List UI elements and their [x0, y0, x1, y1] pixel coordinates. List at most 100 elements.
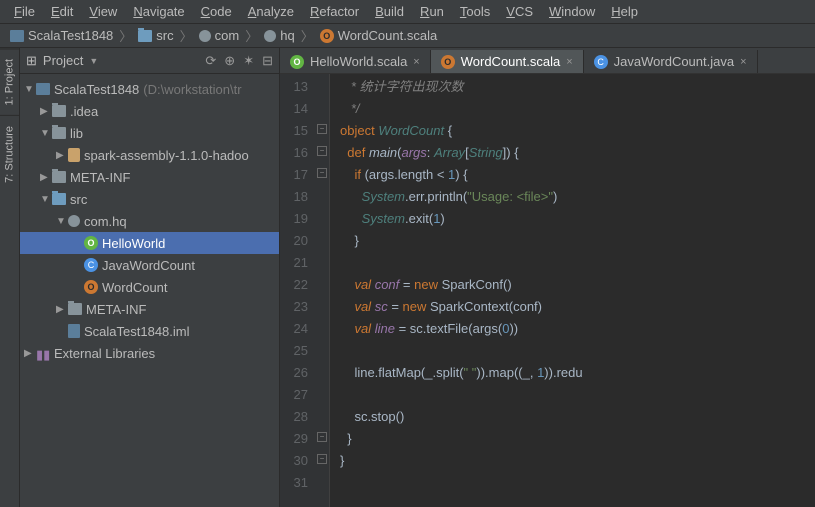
tab-label: WordCount.scala: [461, 54, 560, 69]
code-line[interactable]: System.err.println("Usage: <file>"): [340, 186, 815, 208]
code-line[interactable]: * 统计字符出现次数: [340, 76, 815, 98]
panel-action-icon[interactable]: ⊕: [224, 53, 235, 69]
tree-arrow-icon[interactable]: ▶: [40, 172, 52, 183]
editor-tab[interactable]: OHelloWorld.scala×: [280, 50, 431, 73]
panel-action-icon[interactable]: ⊟: [262, 53, 273, 69]
close-icon[interactable]: ×: [413, 56, 419, 68]
code-line[interactable]: }: [340, 428, 815, 450]
code-line[interactable]: */: [340, 98, 815, 120]
menu-vcs[interactable]: VCS: [498, 1, 541, 22]
breadcrumb-item[interactable]: src: [134, 26, 177, 45]
code-line[interactable]: object WordCount {: [340, 120, 815, 142]
tree-row[interactable]: ▼src: [20, 188, 279, 210]
tree-row[interactable]: ▶▮▮ External Libraries: [20, 342, 279, 364]
line-number: 26: [280, 362, 308, 384]
code-line[interactable]: }: [340, 450, 815, 472]
tree-row[interactable]: OWordCount: [20, 276, 279, 298]
editor-tab[interactable]: CJavaWordCount.java×: [584, 50, 758, 73]
editor-tab[interactable]: OWordCount.scala×: [431, 50, 584, 73]
tree-row[interactable]: ScalaTest1848.iml: [20, 320, 279, 342]
tree-arrow-icon[interactable]: ▶: [24, 348, 36, 359]
menu-build[interactable]: Build: [367, 1, 412, 22]
side-tab-project[interactable]: 1: Project: [0, 48, 19, 115]
tree-row[interactable]: ▶ META-INF: [20, 298, 279, 320]
breadcrumb-item[interactable]: ScalaTest1848: [6, 26, 117, 45]
menu-code[interactable]: Code: [193, 1, 240, 22]
code-line[interactable]: [340, 384, 815, 406]
code-line[interactable]: System.exit(1): [340, 208, 815, 230]
tree-label: com.hq: [84, 214, 127, 229]
tree-row[interactable]: CJavaWordCount: [20, 254, 279, 276]
code-line[interactable]: }: [340, 230, 815, 252]
panel-action-icon[interactable]: ⟳: [205, 53, 216, 69]
tree-label: META-INF: [86, 302, 146, 317]
folder-icon: [52, 127, 66, 139]
tree-arrow-icon[interactable]: ▶: [40, 106, 52, 117]
code-line[interactable]: [340, 252, 815, 274]
menu-tools[interactable]: Tools: [452, 1, 498, 22]
fold-marker-icon[interactable]: −: [317, 432, 327, 442]
tree-row[interactable]: ▶spark-assembly-1.1.0-hadoo: [20, 144, 279, 166]
libraries-icon: ▮▮: [36, 347, 50, 359]
menu-view[interactable]: View: [81, 1, 125, 22]
fold-marker-icon[interactable]: −: [317, 454, 327, 464]
panel-action-icon[interactable]: ✶: [243, 53, 254, 69]
tree-row[interactable]: OHelloWorld: [20, 232, 279, 254]
code-line[interactable]: val line = sc.textFile(args(0)): [340, 318, 815, 340]
code-line[interactable]: val conf = new SparkConf(): [340, 274, 815, 296]
tree-row[interactable]: ▼ com.hq: [20, 210, 279, 232]
left-sidebar-tabs: 1: Project7: Structure: [0, 48, 20, 507]
tree-label: External Libraries: [54, 346, 155, 361]
tree-label: ScalaTest1848: [54, 82, 139, 97]
source[interactable]: * 统计字符出现次数 */object WordCount { def main…: [330, 74, 815, 507]
code-line[interactable]: if (args.length < 1) {: [340, 164, 815, 186]
menu-help[interactable]: Help: [603, 1, 646, 22]
tree-row[interactable]: ▼ScalaTest1848(D:\workstation\tr: [20, 78, 279, 100]
line-number: 31: [280, 472, 308, 494]
source-folder-icon: [52, 193, 66, 205]
menu-navigate[interactable]: Navigate: [125, 1, 192, 22]
tree-arrow-icon[interactable]: ▶: [56, 150, 68, 161]
gutter: 13141516171819202122232425262728293031: [280, 74, 316, 507]
close-icon[interactable]: ×: [740, 56, 746, 68]
editor-tabs: OHelloWorld.scala×OWordCount.scala×CJava…: [280, 48, 815, 74]
tree-arrow-icon[interactable]: ▼: [40, 194, 52, 205]
breadcrumb-label: WordCount.scala: [338, 28, 437, 43]
tree-label: ScalaTest1848.iml: [84, 324, 190, 339]
code-line[interactable]: val sc = new SparkContext(conf): [340, 296, 815, 318]
fold-marker-icon[interactable]: −: [317, 124, 327, 134]
line-number: 18: [280, 186, 308, 208]
module-file-icon: [68, 324, 80, 338]
tree-arrow-icon[interactable]: ▶: [56, 304, 68, 315]
code-line[interactable]: [340, 340, 815, 362]
fold-marker-icon[interactable]: −: [317, 146, 327, 156]
breadcrumb-item[interactable]: OWordCount.scala: [316, 26, 441, 45]
code-line[interactable]: [340, 472, 815, 494]
breadcrumb-item[interactable]: com: [195, 26, 244, 45]
close-icon[interactable]: ×: [566, 56, 572, 68]
tree-arrow-icon[interactable]: ▼: [24, 84, 36, 95]
tree-arrow-icon[interactable]: ▼: [40, 128, 52, 139]
chevron-down-icon[interactable]: ▼: [89, 56, 98, 66]
breadcrumb-item[interactable]: hq: [260, 26, 298, 45]
tree-row[interactable]: ▼lib: [20, 122, 279, 144]
tree-row[interactable]: ▶.idea: [20, 100, 279, 122]
menu-file[interactable]: File: [6, 1, 43, 22]
project-view-label[interactable]: Project: [43, 53, 83, 68]
menu-run[interactable]: Run: [412, 1, 452, 22]
code-line[interactable]: def main(args: Array[String]) {: [340, 142, 815, 164]
fold-marker-icon[interactable]: −: [317, 168, 327, 178]
menu-refactor[interactable]: Refactor: [302, 1, 367, 22]
project-view-icon: ⊞: [26, 53, 37, 69]
menu-analyze[interactable]: Analyze: [240, 1, 302, 22]
code-line[interactable]: sc.stop(): [340, 406, 815, 428]
menu-window[interactable]: Window: [541, 1, 603, 22]
line-number: 24: [280, 318, 308, 340]
side-tab-structure[interactable]: 7: Structure: [0, 115, 19, 193]
breadcrumb: ScalaTest1848〉src〉com〉hq〉OWordCount.scal…: [0, 24, 815, 48]
menu-edit[interactable]: Edit: [43, 1, 81, 22]
tree-row[interactable]: ▶META-INF: [20, 166, 279, 188]
tree-arrow-icon[interactable]: ▼: [56, 216, 68, 227]
code-area[interactable]: 13141516171819202122232425262728293031 −…: [280, 74, 815, 507]
code-line[interactable]: line.flatMap(_.split(" ")).map((_, 1)).r…: [340, 362, 815, 384]
